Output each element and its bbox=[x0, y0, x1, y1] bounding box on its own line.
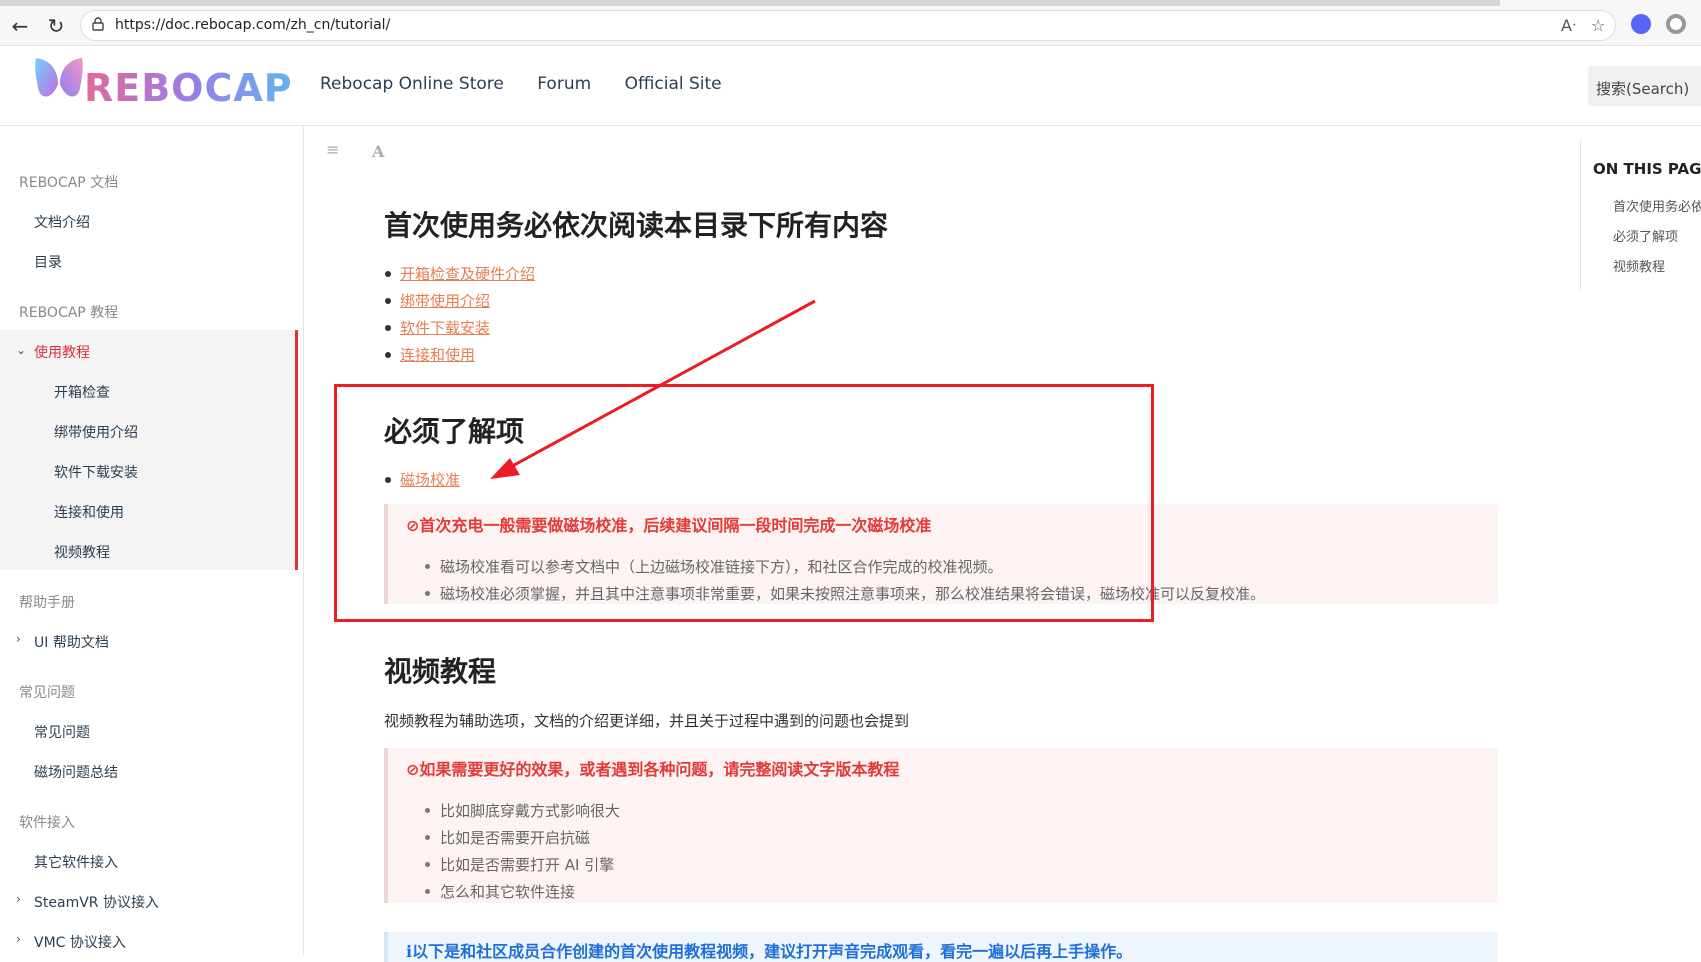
chevron-right-icon[interactable]: › bbox=[16, 892, 21, 906]
annotation-red-box bbox=[334, 384, 1154, 622]
sidebar-item-video[interactable]: 视频教程 bbox=[54, 542, 110, 562]
star-icon[interactable]: ☆ bbox=[1591, 16, 1605, 35]
tab-strip bbox=[0, 0, 1500, 6]
sidebar-item-vmc[interactable]: VMC 协议接入 bbox=[34, 932, 126, 952]
link-download[interactable]: 软件下载安装 bbox=[384, 317, 490, 338]
sidebar-item-unboxing[interactable]: 开箱检查 bbox=[54, 382, 110, 402]
toc-item-first-use[interactable]: 首次使用务必依 bbox=[1613, 196, 1701, 215]
menu-icon[interactable]: ≡ bbox=[326, 140, 339, 159]
video-heading: 视频教程 bbox=[384, 655, 497, 688]
sidebar-item-strap[interactable]: 绑带使用介绍 bbox=[54, 422, 138, 442]
sidebar-section-tutorial: REBOCAP 教程 bbox=[19, 305, 119, 321]
butterfly-logo-icon bbox=[35, 58, 83, 97]
sidebar-item-doc-intro[interactable]: 文档介绍 bbox=[34, 212, 90, 232]
chevron-right-icon[interactable]: › bbox=[16, 932, 21, 946]
read-aloud-icon[interactable]: Aᐧ bbox=[1561, 16, 1576, 35]
chevron-down-icon[interactable]: ⌄ bbox=[16, 343, 26, 357]
link-strap[interactable]: 绑带使用介绍 bbox=[384, 290, 490, 311]
info-callout-title: ℹ以下是和社区成员合作创建的首次使用教程视频，建议打开声音完成观看，看完一遍以后… bbox=[406, 942, 1133, 961]
profile-icon[interactable] bbox=[1666, 14, 1686, 34]
nav-online-store[interactable]: Rebocap Online Store bbox=[320, 74, 504, 94]
on-this-page-toc: ON THIS PAGE 首次使用务必依 必须了解项 视频教程 bbox=[1580, 140, 1701, 290]
nav-forum[interactable]: Forum bbox=[537, 74, 591, 94]
info-callout: ℹ以下是和社区成员合作创建的首次使用教程视频，建议打开声音完成观看，看完一遍以后… bbox=[384, 932, 1498, 962]
sidebar-item-ui-help[interactable]: UI 帮助文档 bbox=[34, 632, 109, 652]
sidebar-item-other-software[interactable]: 其它软件接入 bbox=[34, 852, 118, 872]
sidebar-item-usage-tutorial[interactable]: 使用教程 bbox=[34, 342, 90, 362]
sidebar-section-docs: REBOCAP 文档 bbox=[19, 175, 119, 191]
callout-title: ⊘如果需要更好的效果，或者遇到各种问题，请完整阅读文字版本教程 bbox=[406, 760, 900, 779]
sidebar-item-toc[interactable]: 目录 bbox=[34, 252, 62, 272]
callout-item: 怎么和其它软件连接 bbox=[424, 883, 576, 901]
sidebar-section-help: 帮助手册 bbox=[19, 595, 75, 611]
sidebar: REBOCAP 文档 文档介绍 目录 REBOCAP 教程 ⌄ 使用教程 开箱检… bbox=[0, 126, 304, 955]
logo-wordmark: REBOCAP bbox=[84, 66, 293, 110]
address-bar[interactable]: https://doc.rebocap.com/zh_cn/tutorial/ … bbox=[80, 10, 1616, 41]
sidebar-section-faq: 常见问题 bbox=[19, 685, 75, 701]
rebocap-logo[interactable]: REBOCAP bbox=[32, 54, 292, 114]
callout-item: 比如脚底穿戴方式影响很大 bbox=[424, 802, 621, 820]
chevron-right-icon[interactable]: › bbox=[16, 632, 21, 646]
toc-title: ON THIS PAGE bbox=[1593, 160, 1701, 178]
warning-callout-video: ⊘如果需要更好的效果，或者遇到各种问题，请完整阅读文字版本教程 比如脚底穿戴方式… bbox=[384, 748, 1498, 903]
page-title: 首次使用务必依次阅读本目录下所有内容 bbox=[384, 209, 889, 242]
toc-item-must-know[interactable]: 必须了解项 bbox=[1613, 226, 1678, 245]
video-paragraph: 视频教程为辅助选项，文档的介绍更详细，并且关于过程中遇到的问题也会提到 bbox=[384, 712, 910, 730]
search-input[interactable]: 搜索(Search) bbox=[1588, 66, 1701, 106]
sidebar-item-steamvr[interactable]: SteamVR 协议接入 bbox=[34, 892, 159, 912]
top-nav: Rebocap Online Store Forum Official Site bbox=[320, 74, 750, 94]
reload-icon[interactable]: ↻ bbox=[44, 14, 68, 38]
toc-item-video[interactable]: 视频教程 bbox=[1613, 256, 1665, 275]
sidebar-item-download[interactable]: 软件下载安装 bbox=[54, 462, 138, 482]
sidebar-active-group bbox=[0, 330, 298, 570]
lock-icon bbox=[92, 17, 104, 31]
browser-chrome: ← ↻ https://doc.rebocap.com/zh_cn/tutori… bbox=[0, 0, 1701, 46]
link-connect[interactable]: 连接和使用 bbox=[384, 344, 475, 365]
sidebar-item-magnetic-summary[interactable]: 磁场问题总结 bbox=[34, 762, 118, 782]
nav-official-site[interactable]: Official Site bbox=[625, 74, 722, 94]
sidebar-section-integration: 软件接入 bbox=[19, 815, 75, 831]
url-text[interactable]: https://doc.rebocap.com/zh_cn/tutorial/ bbox=[115, 17, 390, 33]
callout-item: 比如是否需要打开 AI 引擎 bbox=[424, 856, 615, 874]
sidebar-item-connect[interactable]: 连接和使用 bbox=[54, 502, 124, 522]
link-unboxing[interactable]: 开箱检查及硬件介绍 bbox=[384, 263, 535, 284]
discord-extension-icon[interactable] bbox=[1631, 14, 1651, 34]
back-icon[interactable]: ← bbox=[8, 14, 32, 38]
font-size-icon[interactable]: A bbox=[372, 142, 384, 161]
site-header: REBOCAP Rebocap Online Store Forum Offic… bbox=[0, 46, 1701, 126]
sidebar-item-faq[interactable]: 常见问题 bbox=[34, 722, 90, 742]
callout-item: 比如是否需要开启抗磁 bbox=[424, 829, 591, 847]
